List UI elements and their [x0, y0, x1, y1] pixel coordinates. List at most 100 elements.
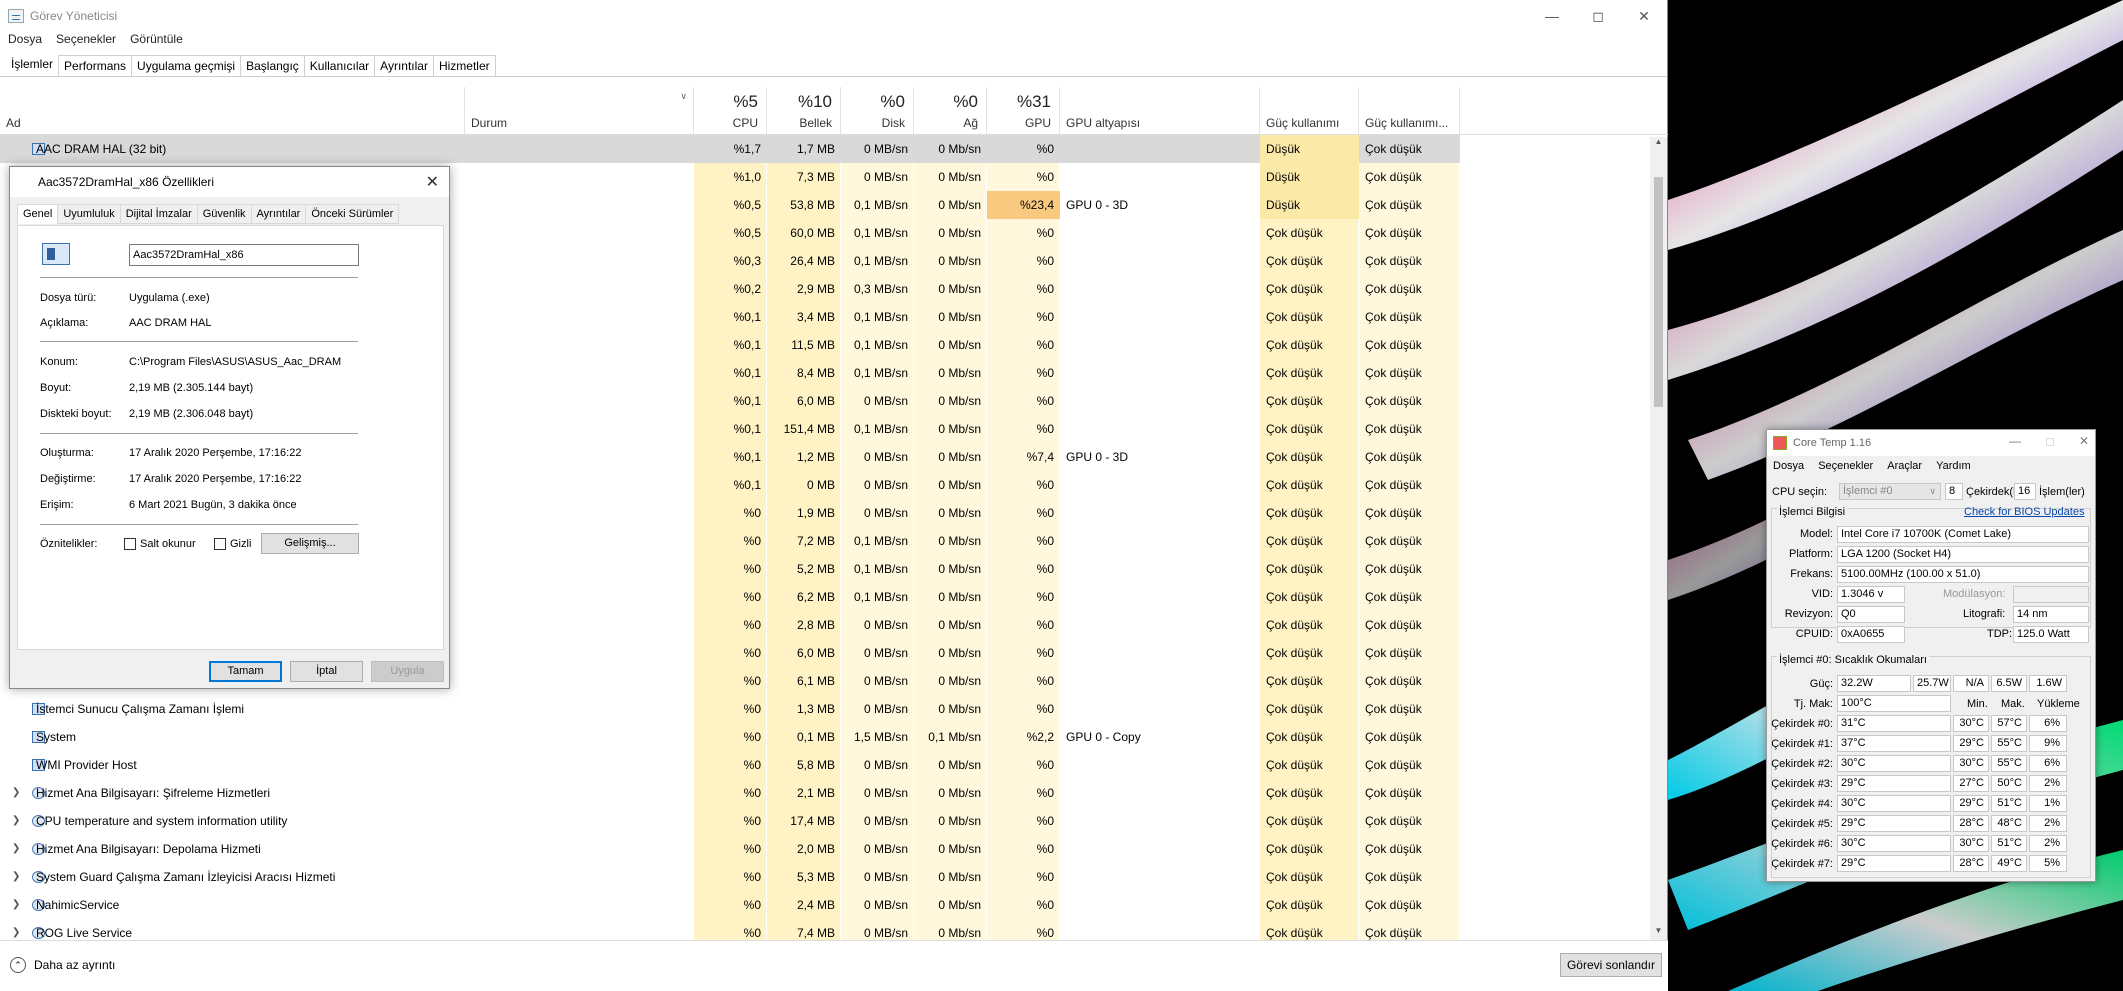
close-icon[interactable]: ✕ [2079, 434, 2089, 448]
col-power-header[interactable]: Güç kullanımı [1260, 87, 1359, 135]
power-trend-value: Çok düşük [1365, 870, 1422, 884]
tab-details[interactable]: Ayrıntılar [374, 55, 434, 76]
power-usage-value: Çok düşük [1266, 450, 1323, 464]
disk-value: 0,3 MB/sn [853, 282, 908, 296]
menu-options[interactable]: Seçenekler [56, 32, 116, 52]
ok-button[interactable]: Tamam [209, 661, 282, 682]
gpu-engine-value [1060, 751, 1260, 779]
table-row[interactable]: ❯ NahimicService %0 2,4 MB 0 MB/sn 0 Mb/sn %0 Ç… [0, 891, 1460, 919]
disk-size-label: Diskteki boyut: [40, 408, 112, 420]
tab-processes[interactable]: İşlemler [5, 53, 60, 76]
hidden-checkbox[interactable] [214, 538, 226, 550]
power-usage-value: Çok düşük [1266, 506, 1323, 520]
col-network-header[interactable]: %0 Ağ [914, 87, 987, 135]
expand-chevron-icon[interactable]: ❯ [12, 807, 20, 835]
col-gpu-header[interactable]: %31 GPU [987, 87, 1060, 135]
power-usage-value: Çok düşük [1266, 926, 1323, 940]
apply-button[interactable]: Uygula [371, 661, 444, 682]
menu-view[interactable]: Görüntüle [130, 32, 183, 52]
network-value: 0 Mb/sn [938, 450, 981, 464]
col-name-header[interactable]: Ad [0, 87, 465, 135]
scroll-up-icon[interactable]: ▲ [1650, 137, 1667, 151]
cancel-button[interactable]: İptal [290, 661, 363, 682]
location-value: C:\Program Files\ASUS\ASUS_Aac_DRAM [129, 356, 342, 368]
close-icon[interactable]: ✕ [1621, 0, 1667, 32]
tab-startup[interactable]: Başlangıç [240, 55, 305, 76]
table-row[interactable]: ❯ Hizmet Ana Bilgisayarı: Şifreleme Hizme… [0, 779, 1460, 807]
tab-compatibility[interactable]: Uyumluluk [57, 204, 121, 224]
process-name: Hizmet Ana Bilgisayarı: Şifreleme Hizmet… [36, 786, 271, 800]
col-cpu-header[interactable]: %5 CPU [694, 87, 767, 135]
readonly-checkbox[interactable] [124, 538, 136, 550]
tab-details[interactable]: Ayrıntılar [250, 204, 307, 224]
ct-menu-file[interactable]: Dosya [1773, 460, 1804, 472]
table-row[interactable]: WMI Provider Host %0 5,8 MB 0 MB/sn 0 Mb/sn%… [0, 751, 1460, 779]
power-usage-value: Çok düşük [1266, 646, 1323, 660]
table-row[interactable]: ❯ System Guard Çalışma Zamanı İzleyicisi … [0, 863, 1460, 891]
vertical-scrollbar[interactable]: ▲ ▼ [1650, 137, 1667, 940]
maximize-icon[interactable]: ◻ [2045, 434, 2055, 448]
network-value: 0 Mb/sn [938, 842, 981, 856]
network-value: 0 Mb/sn [938, 814, 981, 828]
ct-menu-options[interactable]: Seçenekler [1818, 460, 1873, 472]
ct-menu-help[interactable]: Yardım [1936, 460, 1971, 472]
expand-chevron-icon[interactable]: ❯ [12, 919, 20, 940]
expand-chevron-icon[interactable]: ❯ [12, 779, 20, 807]
table-row[interactable]: ❯ CPU temperature and system information … [0, 807, 1460, 835]
maximize-icon[interactable]: ◻ [1575, 0, 1621, 32]
table-row[interactable]: AAC DRAM HAL (32 bit) %1,7 1,7 MB 0 MB/sn 0 … [0, 135, 1460, 163]
file-name-field[interactable]: Aac3572DramHal_x86 [129, 244, 359, 266]
col-gpu-engine-header[interactable]: GPU altyapısı [1060, 87, 1260, 135]
tab-general[interactable]: Genel [17, 204, 59, 224]
advanced-button[interactable]: Gelişmiş... [261, 533, 359, 554]
memory-value: 2,1 MB [796, 786, 835, 800]
min-header: Min. [1967, 698, 1988, 710]
power-usage-value: Çok düşük [1266, 534, 1323, 548]
scroll-down-icon[interactable]: ▼ [1650, 926, 1667, 940]
tab-services[interactable]: Hizmetler [432, 55, 496, 76]
model-label: Model: [1799, 528, 1833, 540]
table-row[interactable]: System %0 0,1 MB 1,5 MB/sn 0,1 Mb/sn %2,2 GPU … [0, 723, 1460, 751]
frequency-label: Frekans: [1790, 568, 1833, 580]
expand-chevron-icon[interactable]: ❯ [12, 891, 20, 919]
memory-value: 7,3 MB [796, 170, 835, 184]
minimize-icon[interactable]: — [1529, 0, 1575, 32]
scroll-thumb[interactable] [1654, 177, 1663, 407]
disk-value: 0 MB/sn [863, 674, 908, 688]
chevron-down-icon: ∨ [1929, 486, 1936, 496]
minimize-icon[interactable]: — [2009, 434, 2021, 448]
power-trend-value: Çok düşük [1365, 478, 1422, 492]
end-task-button[interactable]: Görevi sonlandır [1559, 953, 1662, 977]
table-row[interactable]: ❯ Hizmet Ana Bilgisayarı: Depolama Hizmet… [0, 835, 1460, 863]
core-max: 55°C [1991, 735, 2027, 752]
tab-security[interactable]: Güvenlik [196, 204, 252, 224]
network-value: 0 Mb/sn [938, 226, 981, 240]
core-min: 27°C [1953, 775, 1989, 792]
expand-chevron-icon[interactable]: ❯ [12, 863, 20, 891]
close-icon[interactable]: ✕ [426, 172, 439, 192]
tab-digital-signatures[interactable]: Dijital İmzalar [119, 204, 198, 224]
fewer-details-button[interactable]: ⌃ Daha az ayrıntı [10, 957, 115, 973]
model-value: Intel Core i7 10700K (Comet Lake) [1837, 526, 2089, 543]
ct-menu-tools[interactable]: Araçlar [1887, 460, 1922, 472]
col-power-trend-header[interactable]: Güç kullanımı... [1359, 87, 1460, 135]
tab-performance[interactable]: Performans [58, 55, 133, 76]
col-status-header[interactable]: Durum ∨ [465, 87, 694, 135]
tab-previous-versions[interactable]: Önceki Sürümler [305, 204, 400, 224]
table-row[interactable]: İstemci Sunucu Çalışma Zamanı İşlemi %0 1,… [0, 695, 1460, 723]
description-label: Açıklama: [40, 317, 89, 329]
cpu-select-dropdown[interactable]: İşlemci #0 ∨ [1839, 483, 1941, 500]
col-memory-header[interactable]: %10 Bellek [767, 87, 841, 135]
tab-users[interactable]: Kullanıcılar [303, 55, 376, 76]
threads-label: İşlem(ler) [2039, 486, 2085, 498]
table-row[interactable]: ❯ ROG Live Service %0 7,4 MB 0 MB/sn 0 Mb/sn%… [0, 919, 1460, 940]
col-disk-header[interactable]: %0 Disk [841, 87, 914, 135]
cpu-value: %0,1 [733, 450, 761, 464]
menu-file[interactable]: Dosya [8, 32, 42, 52]
expand-chevron-icon[interactable]: ❯ [12, 835, 20, 863]
tab-app-history[interactable]: Uygulama geçmişi [131, 55, 242, 76]
memory-value: 26,4 MB [790, 254, 835, 268]
disk-value: 0 MB/sn [863, 506, 908, 520]
core-max: 48°C [1991, 815, 2027, 832]
bios-updates-link[interactable]: Check for BIOS Updates [1964, 506, 2084, 518]
